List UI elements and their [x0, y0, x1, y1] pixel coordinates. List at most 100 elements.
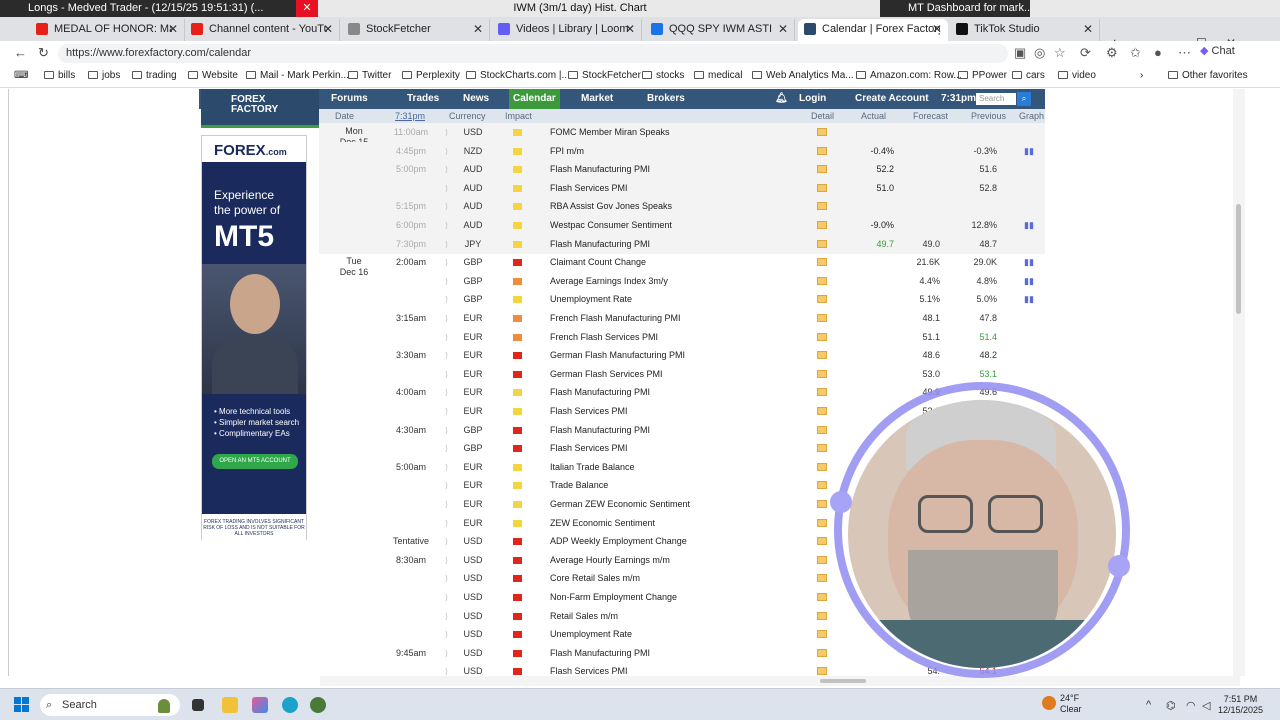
site-search-input[interactable]: Search — [976, 93, 1016, 105]
refresh-extension-icon[interactable]: ⟳ — [1080, 45, 1091, 61]
graph-icon[interactable]: ▮▮ — [1024, 258, 1035, 267]
bookmark-item[interactable]: Other favorites — [1168, 70, 1248, 81]
extensions-icon[interactable]: ⚙ — [1106, 45, 1118, 61]
more-bookmarks-icon[interactable]: › — [1140, 70, 1143, 81]
chart-window-title[interactable]: IWM (3m/1 day) Hist. Chart — [420, 0, 740, 17]
tab-6[interactable]: Calendar | Forex Factory ✕ — [798, 19, 948, 41]
vertical-scroll-thumb[interactable] — [1236, 204, 1241, 314]
alert-icon[interactable]: ⟩ — [445, 309, 448, 328]
url-input[interactable]: https://www.forexfactory.com/calendar — [58, 44, 1008, 63]
detail-folder-icon[interactable] — [817, 537, 827, 546]
bookmark-item[interactable]: trading — [132, 70, 177, 81]
task-view-icon[interactable] — [192, 699, 204, 711]
row-event[interactable]: Flash Services PMI — [550, 402, 628, 421]
tab-close-icon[interactable]: ✕ — [473, 19, 483, 39]
graph-icon[interactable]: ▮▮ — [1024, 295, 1035, 304]
alert-icon[interactable]: ⟩ — [445, 476, 448, 495]
graph-icon[interactable]: ▮▮ — [1024, 221, 1035, 230]
volume-icon[interactable]: ◁ — [1202, 699, 1210, 712]
alert-icon[interactable]: ⟩ — [445, 402, 448, 421]
detail-folder-icon[interactable] — [817, 128, 827, 136]
row-event[interactable]: German Flash Services PMI — [550, 365, 663, 384]
row-event[interactable]: Westpac Consumer Sentiment — [550, 216, 672, 235]
alert-icon[interactable]: ⟩ — [445, 532, 448, 551]
network-icon[interactable]: ⌬ — [1166, 699, 1176, 712]
alert-icon[interactable]: ⟩ — [445, 588, 448, 607]
tab-close-icon[interactable]: ✕ — [932, 19, 942, 39]
alert-icon[interactable]: ⟩ — [445, 123, 448, 142]
detail-folder-icon[interactable] — [817, 332, 827, 341]
bookmark-item[interactable]: jobs — [88, 70, 120, 81]
detail-folder-icon[interactable] — [817, 481, 827, 490]
row-event[interactable]: Flash Services PMI — [550, 439, 628, 458]
detail-folder-icon[interactable] — [817, 630, 827, 639]
widget-icon[interactable] — [158, 699, 170, 713]
close-icon[interactable]: ✕ — [296, 0, 318, 17]
row-event[interactable]: Non-Farm Employment Change — [550, 588, 677, 607]
detail-folder-icon[interactable] — [817, 667, 827, 676]
detail-folder-icon[interactable] — [817, 462, 827, 471]
row-event[interactable]: Unemployment Rate — [550, 290, 632, 309]
detail-folder-icon[interactable] — [817, 146, 827, 155]
more-icon[interactable]: ⋯ — [1178, 45, 1191, 61]
favorites-icon[interactable]: ✩ — [1130, 45, 1141, 61]
alert-icon[interactable]: ⟩ — [445, 458, 448, 477]
row-event[interactable]: ADP Weekly Employment Change — [550, 532, 687, 551]
nav-login[interactable]: Login — [799, 93, 826, 104]
detail-folder-icon[interactable] — [817, 239, 827, 248]
row-event[interactable]: Flash Services PMI — [550, 179, 628, 198]
row-event[interactable]: French Flash Manufacturing PMI — [550, 309, 681, 328]
alert-icon[interactable]: ⟩ — [445, 495, 448, 514]
nav-create-account[interactable]: Create Account — [855, 93, 929, 104]
favorite-star-icon[interactable]: ☆ — [1054, 45, 1066, 61]
calendar-row[interactable]: 3:15am ⟩ EUR French Flash Manufacturing PMI… — [319, 309, 1045, 328]
alert-icon[interactable]: ⟩ — [445, 644, 448, 663]
alert-icon[interactable]: ⟩ — [445, 235, 448, 254]
alert-icon[interactable]: ⟩ — [445, 569, 448, 588]
detail-folder-icon[interactable] — [817, 407, 827, 415]
bookmark-item[interactable]: cars — [1012, 70, 1045, 81]
split-screen-icon[interactable]: ▣ — [1014, 45, 1026, 61]
alert-icon[interactable]: ⟩ — [445, 421, 448, 440]
alert-icon[interactable]: ⟩ — [445, 197, 448, 216]
tab-close-icon[interactable]: ✕ — [323, 19, 333, 39]
alert-icon[interactable]: ⟩ — [445, 142, 448, 161]
profile-icon[interactable]: ● — [1154, 45, 1162, 60]
row-event[interactable]: French Flash Services PMI — [550, 328, 658, 347]
graph-icon[interactable]: ▮▮ — [1024, 146, 1035, 156]
bookmark-item[interactable]: Mail - Mark Perkin... — [246, 70, 349, 81]
alert-icon[interactable]: ⟩ — [445, 253, 448, 272]
alert-icon[interactable]: ⟩ — [445, 179, 448, 198]
alert-icon[interactable]: ⟩ — [445, 625, 448, 644]
calendar-row[interactable]: ⟩ AUD Flash Services PMI 51.0 52.8 — [319, 178, 1045, 198]
medved-window-title[interactable]: Longs - Medved Trader - (12/15/25 19:51:… — [0, 0, 296, 17]
alert-icon[interactable]: ⟩ — [445, 551, 448, 570]
bookmark-item[interactable]: Perplexity — [402, 70, 460, 81]
search-icon[interactable]: ⌕ — [1017, 92, 1031, 106]
dashboard-window-title[interactable]: MT Dashboard for mark... — [880, 0, 1030, 17]
row-event[interactable]: German ZEW Economic Sentiment — [550, 495, 690, 514]
edge-browser-icon[interactable] — [282, 697, 298, 713]
nav-calendar[interactable]: Calendar — [509, 89, 560, 109]
calendar-row[interactable]: ⟩ GBP Average Earnings Index 3m/y 4.4% 4.8% ▮… — [319, 272, 1045, 291]
row-event[interactable]: Flash Manufacturing PMI — [550, 644, 650, 663]
detail-folder-icon[interactable] — [817, 202, 827, 211]
bookmark-item[interactable]: PPower — [958, 70, 1007, 81]
calendar-row[interactable]: 5:15pm ⟩ AUD RBA Assist Gov Jones Speaks — [319, 197, 1045, 217]
alert-icon[interactable]: ⟩ — [445, 290, 448, 309]
calendar-row[interactable]: ⟩ GBP Unemployment Rate 5.1% 5.0% ▮▮ — [319, 290, 1045, 309]
bookmark-item[interactable]: video — [1058, 70, 1096, 81]
calendar-row[interactable]: Tue Dec 16 2:00am ⟩ GBP Claimant Count Chang… — [319, 253, 1045, 277]
detail-folder-icon[interactable] — [817, 369, 827, 378]
vertical-scrollbar[interactable] — [1233, 89, 1245, 676]
row-event[interactable]: Flash Manufacturing PMI — [550, 383, 650, 402]
nav-forums[interactable]: Forums — [331, 93, 368, 104]
detail-folder-icon[interactable] — [817, 221, 827, 229]
wifi-icon[interactable]: ◠ — [1186, 699, 1196, 712]
tab-2[interactable]: Channel content - YouTube Studio✕ — [185, 19, 340, 41]
tab-3[interactable]: StockFetcher ✕ — [342, 19, 490, 41]
alert-icon[interactable]: ⟩ — [445, 514, 448, 533]
row-event[interactable]: RBA Assist Gov Jones Speaks — [550, 197, 672, 216]
detail-folder-icon[interactable] — [817, 276, 827, 285]
tray-chevron-icon[interactable]: ^ — [1146, 699, 1151, 711]
